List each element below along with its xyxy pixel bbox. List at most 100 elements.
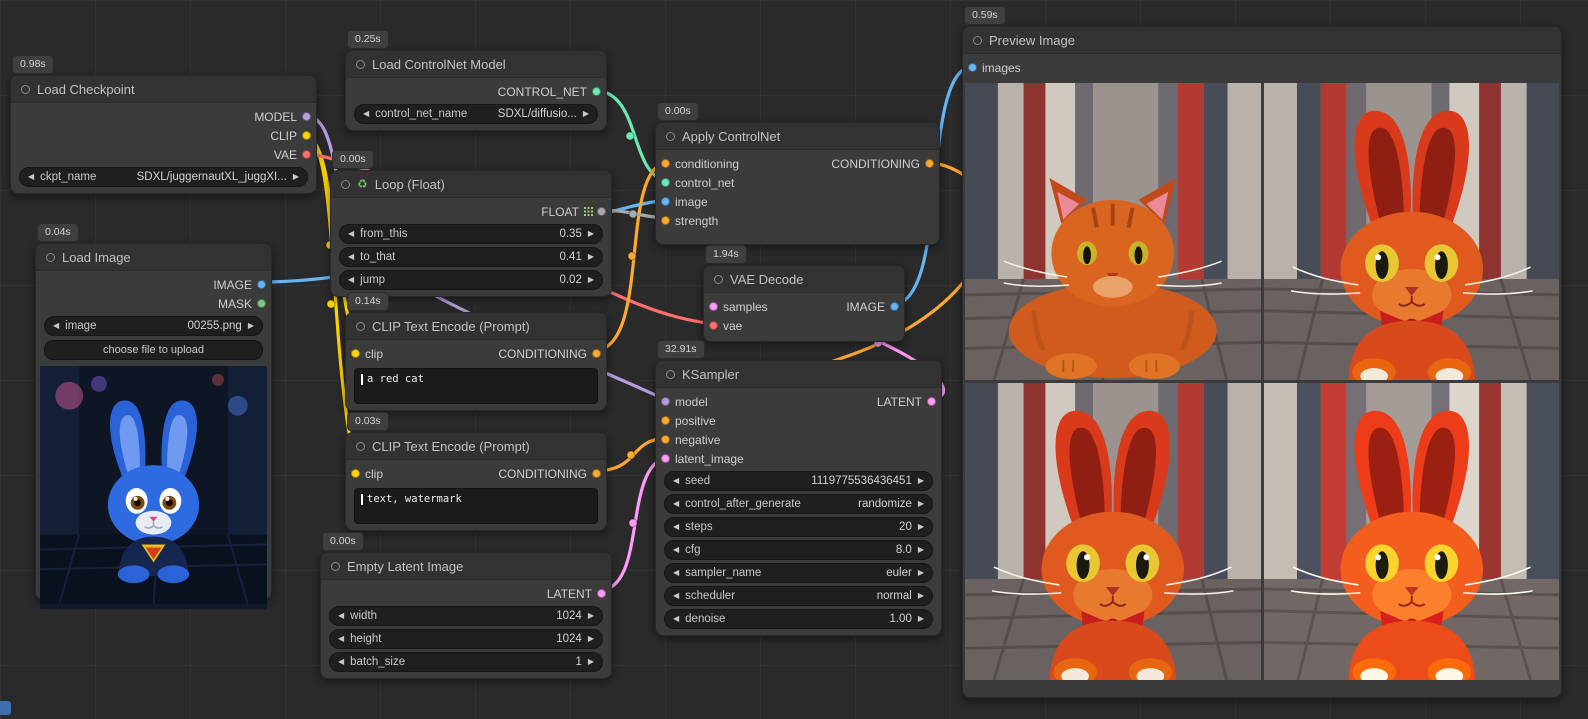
arrow-left-icon[interactable]: ◀ — [338, 612, 344, 620]
slot-dot-model[interactable] — [661, 397, 670, 406]
output-slot-latent[interactable]: LATENT — [872, 395, 936, 409]
arrow-left-icon[interactable]: ◀ — [363, 110, 369, 118]
arrow-right-icon[interactable]: ▶ — [588, 658, 594, 666]
slot-dot-clip[interactable] — [351, 349, 360, 358]
arrow-left-icon[interactable]: ◀ — [673, 569, 679, 577]
upload-button[interactable]: choose file to upload — [44, 340, 263, 360]
node-load-controlnet-model[interactable]: 0.25s Load ControlNet Model CONTROL_NET … — [345, 50, 607, 131]
prompt-textarea[interactable]: a red cat — [354, 368, 598, 404]
collapse-dot-icon[interactable] — [331, 562, 340, 571]
collapse-dot-icon[interactable] — [666, 132, 675, 141]
slot-dot-float[interactable] — [597, 207, 606, 216]
collapse-dot-icon[interactable] — [356, 60, 365, 69]
widget-image-file[interactable]: ◀ image 00255.png ▶ — [44, 316, 263, 336]
widget-denoise[interactable]: ◀ denoise 1.00 ▶ — [664, 609, 933, 629]
arrow-left-icon[interactable]: ◀ — [338, 658, 344, 666]
input-slot-strength[interactable]: strength — [656, 211, 939, 230]
slot-dot-image[interactable] — [661, 197, 670, 206]
node-header[interactable]: Empty Latent Image — [321, 553, 611, 580]
output-slot-float[interactable]: FLOAT — [331, 202, 611, 221]
arrow-right-icon[interactable]: ▶ — [588, 612, 594, 620]
node-header[interactable]: Load ControlNet Model — [346, 51, 606, 78]
node-preview-image[interactable]: 0.59s Preview Image images — [962, 26, 1562, 698]
node-ksampler[interactable]: 32.91s KSampler model LATENT positive — [655, 360, 942, 636]
node-header[interactable]: CLIP Text Encode (Prompt) — [346, 433, 606, 460]
arrow-right-icon[interactable]: ▶ — [588, 230, 594, 238]
slot-dot-mask[interactable] — [257, 299, 266, 308]
node-header[interactable]: Load Image — [36, 244, 271, 271]
slot-dot-clip[interactable] — [302, 131, 311, 140]
node-vae-decode[interactable]: 1.94s VAE Decode samples IMAGE vae — [703, 265, 905, 342]
arrow-right-icon[interactable]: ▶ — [918, 615, 924, 623]
input-slot-control-net[interactable]: control_net — [656, 173, 939, 192]
node-header[interactable]: Apply ControlNet — [656, 123, 939, 150]
widget-seed[interactable]: ◀ seed 1119775536436451 ▶ — [664, 471, 933, 491]
arrow-right-icon[interactable]: ▶ — [918, 523, 924, 531]
output-slot-clip[interactable]: CLIP — [11, 126, 316, 145]
output-slot-latent[interactable]: LATENT — [321, 584, 611, 603]
slot-dot-vae[interactable] — [302, 150, 311, 159]
slot-dot-strength[interactable] — [661, 216, 670, 225]
slot-dot-positive[interactable] — [661, 416, 670, 425]
node-load-checkpoint[interactable]: 0.98s Load Checkpoint MODEL CLIP VAE ◀ c… — [10, 75, 317, 194]
output-slot-image[interactable]: IMAGE — [841, 300, 899, 314]
node-header[interactable]: Load Checkpoint — [11, 76, 316, 103]
collapse-dot-icon[interactable] — [714, 275, 723, 284]
collapse-dot-icon[interactable] — [356, 322, 365, 331]
slot-dot-images[interactable] — [968, 63, 977, 72]
node-clip-text-encode-positive[interactable]: 0.14s CLIP Text Encode (Prompt) clip CON… — [345, 312, 607, 411]
arrow-right-icon[interactable]: ▶ — [918, 477, 924, 485]
arrow-right-icon[interactable]: ▶ — [248, 322, 254, 330]
slot-dot-conditioning[interactable] — [592, 349, 601, 358]
slot-dot-image[interactable] — [257, 280, 266, 289]
collapse-dot-icon[interactable] — [46, 253, 55, 262]
arrow-left-icon[interactable]: ◀ — [673, 523, 679, 531]
preview-image-3[interactable] — [965, 383, 1261, 680]
input-slot-samples[interactable]: samples — [709, 300, 773, 314]
arrow-right-icon[interactable]: ▶ — [583, 110, 589, 118]
arrow-left-icon[interactable]: ◀ — [673, 477, 679, 485]
node-empty-latent-image[interactable]: 0.00s Empty Latent Image LATENT ◀ width … — [320, 552, 612, 679]
collapse-dot-icon[interactable] — [341, 180, 350, 189]
arrow-right-icon[interactable]: ▶ — [918, 569, 924, 577]
arrow-left-icon[interactable]: ◀ — [348, 230, 354, 238]
output-slot-mask[interactable]: MASK — [36, 294, 271, 313]
collapse-dot-icon[interactable] — [21, 85, 30, 94]
prompt-textarea[interactable]: text, watermark — [354, 488, 598, 524]
slot-dot-vae[interactable] — [709, 321, 718, 330]
arrow-left-icon[interactable]: ◀ — [673, 592, 679, 600]
input-slot-conditioning[interactable]: conditioning — [661, 157, 744, 171]
widget-cfg[interactable]: ◀ cfg 8.0 ▶ — [664, 540, 933, 560]
slot-dot-samples[interactable] — [709, 302, 718, 311]
node-header[interactable]: ♻ Loop (Float) — [331, 171, 611, 198]
node-header[interactable]: KSampler — [656, 361, 941, 388]
output-slot-model[interactable]: MODEL — [11, 107, 316, 126]
output-slot-image[interactable]: IMAGE — [36, 275, 271, 294]
input-slot-clip[interactable]: clip — [351, 467, 388, 481]
widget-jump[interactable]: ◀ jump 0.02 ▶ — [339, 270, 603, 290]
slot-dot-latent-image[interactable] — [661, 454, 670, 463]
arrow-right-icon[interactable]: ▶ — [918, 500, 924, 508]
output-slot-control-net[interactable]: CONTROL_NET — [346, 82, 606, 101]
preview-image-1[interactable] — [965, 83, 1261, 380]
widget-height[interactable]: ◀ height 1024 ▶ — [329, 629, 603, 649]
node-header[interactable]: CLIP Text Encode (Prompt) — [346, 313, 606, 340]
slot-dot-control-net[interactable] — [661, 178, 670, 187]
arrow-left-icon[interactable]: ◀ — [53, 322, 59, 330]
widget-width[interactable]: ◀ width 1024 ▶ — [329, 606, 603, 626]
node-header[interactable]: Preview Image — [963, 27, 1561, 54]
input-slot-positive[interactable]: positive — [656, 411, 941, 430]
node-graph-canvas[interactable]: 0.98s Load Checkpoint MODEL CLIP VAE ◀ c… — [0, 0, 1588, 719]
slot-dot-model[interactable] — [302, 112, 311, 121]
widget-ckpt-name[interactable]: ◀ ckpt_name SDXL/juggernautXL_juggXI... … — [19, 167, 308, 187]
arrow-left-icon[interactable]: ◀ — [673, 546, 679, 554]
widget-sampler-name[interactable]: ◀ sampler_name euler ▶ — [664, 563, 933, 583]
output-slot-vae[interactable]: VAE — [11, 145, 316, 164]
node-apply-controlnet[interactable]: 0.00s Apply ControlNet conditioning COND… — [655, 122, 940, 245]
input-slot-clip[interactable]: clip — [351, 347, 388, 361]
output-slot-conditioning[interactable]: CONDITIONING — [493, 467, 601, 481]
arrow-right-icon[interactable]: ▶ — [588, 635, 594, 643]
arrow-left-icon[interactable]: ◀ — [28, 173, 34, 181]
input-slot-images[interactable]: images — [963, 58, 1561, 77]
slot-dot-conditioning[interactable] — [661, 159, 670, 168]
